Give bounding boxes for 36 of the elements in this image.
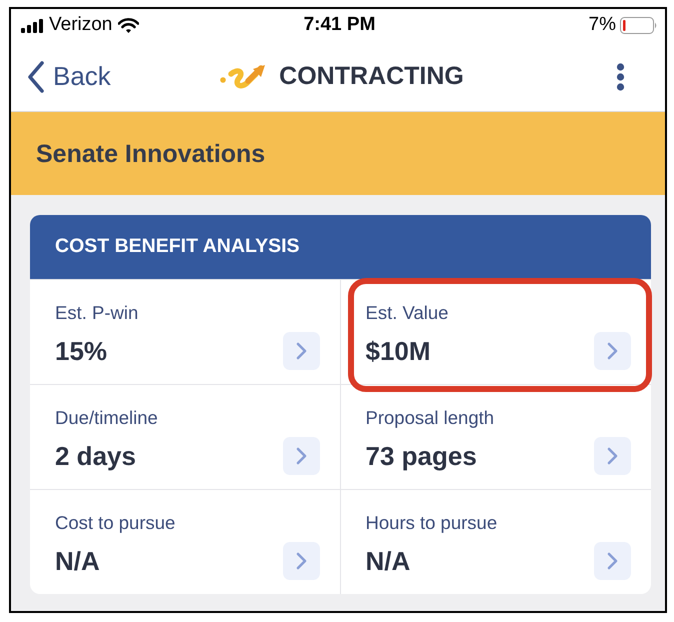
card-header: COST BENEFIT ANALYSIS — [30, 215, 651, 279]
open-detail-button[interactable] — [282, 437, 320, 475]
chevron-right-icon — [296, 447, 306, 465]
signal-bars-icon — [21, 18, 43, 32]
chevron-right-icon — [607, 552, 618, 570]
clock-time: 7:41 PM — [304, 13, 376, 38]
metric-label: Est. Value — [366, 301, 448, 325]
metric-label: Hours to pursue — [366, 511, 498, 535]
open-detail-button[interactable] — [594, 332, 631, 370]
kebab-menu-icon — [616, 62, 625, 90]
metric-label: Proposal length — [366, 406, 494, 430]
metric-label: Cost to pursue — [55, 511, 176, 535]
chevron-right-icon — [607, 447, 618, 465]
metric-value: $10M — [366, 335, 431, 368]
back-button[interactable]: Back — [27, 57, 111, 96]
app-title: CONTRACTING — [279, 60, 464, 92]
company-name: Senate Innovations — [36, 138, 266, 168]
metric-label: Est. P-win — [55, 301, 138, 325]
battery-icon — [620, 17, 658, 34]
chevron-left-icon — [27, 60, 45, 92]
wifi-icon — [118, 18, 140, 33]
metric-value: 73 pages — [366, 440, 477, 473]
metric-value: 2 days — [55, 440, 136, 473]
metric-value: N/A — [55, 545, 100, 578]
chevron-right-icon — [607, 342, 618, 360]
open-detail-button[interactable] — [282, 542, 320, 580]
chevron-right-icon — [296, 552, 306, 570]
metric-value: N/A — [366, 545, 410, 578]
carrier-name: Verizon — [49, 13, 112, 38]
open-detail-button[interactable] — [282, 332, 320, 370]
battery-percent: 7% — [588, 13, 616, 38]
open-detail-button[interactable] — [594, 542, 631, 580]
open-detail-button[interactable] — [594, 437, 631, 475]
chevron-right-icon — [296, 342, 306, 360]
metric-value: 15% — [55, 335, 108, 368]
metric-label: Due/timeline — [55, 406, 158, 430]
